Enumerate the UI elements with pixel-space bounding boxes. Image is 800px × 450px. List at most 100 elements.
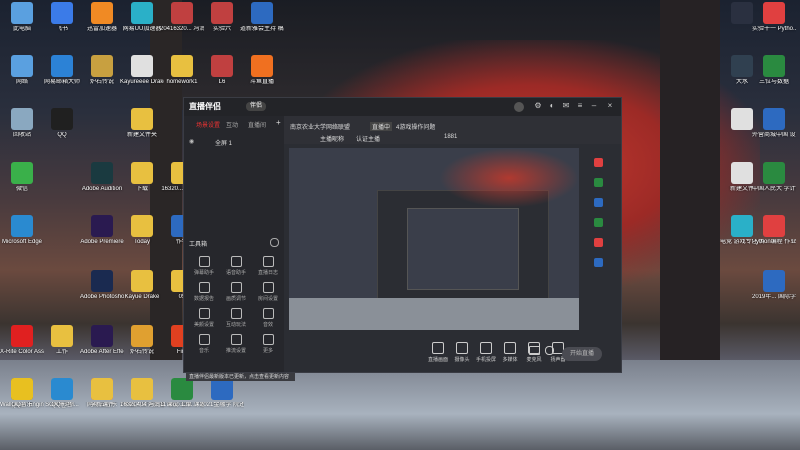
add-scene-icon[interactable]: + xyxy=(276,118,281,127)
desktop-icon-label: Microsoft Edge xyxy=(1,239,43,245)
strip-icon xyxy=(594,218,603,227)
tool-icon xyxy=(230,334,242,345)
app-icon xyxy=(11,325,33,347)
desktop-icon[interactable]: 网络 xyxy=(0,55,44,95)
app-icon xyxy=(131,162,153,184)
desktop-icon[interactable]: QQ音乐 xyxy=(0,378,44,418)
start-live-button[interactable]: 开始直播 xyxy=(562,347,602,361)
source-icon xyxy=(432,342,444,354)
tool-button[interactable]: 画质调节 xyxy=(222,282,250,304)
desktop-icon[interactable]: QQ影音 xyxy=(40,378,84,418)
desktop-icon-label: Adobe Premiere xyxy=(80,239,124,245)
tool-button[interactable]: 音乐 xyxy=(190,334,218,356)
close-icon[interactable]: × xyxy=(606,102,614,110)
desktop-icon[interactable]: L6 xyxy=(200,55,244,95)
desktop-icon[interactable]: 斗鱼直播 xyxy=(240,55,284,95)
desktop-icon[interactable]: Microsoft Edge xyxy=(0,215,44,255)
desktop-icon[interactable]: 16320404 冯润泽 xyxy=(120,378,164,418)
desktop-icon[interactable]: homework1 xyxy=(160,55,204,95)
settings-icon[interactable]: ⚙ xyxy=(534,102,542,110)
app-icon xyxy=(91,215,113,237)
tool-button[interactable]: 推流设置 xyxy=(222,334,250,356)
desktop-icon-label: 2021金融学 院还新知识 xyxy=(200,402,244,408)
tool-button[interactable]: 更多 xyxy=(254,334,282,356)
tab-scene[interactable]: 场景设置 xyxy=(196,120,220,129)
app-icon xyxy=(763,55,785,77)
desktop-icon[interactable]: QQ xyxy=(40,108,84,148)
avatar-icon[interactable] xyxy=(514,102,524,112)
desktop-icon-label: 下载 xyxy=(135,186,148,192)
desktop-icon[interactable]: 2019年... 国际学院公... xyxy=(752,270,796,310)
message-icon[interactable]: ✉ xyxy=(562,102,570,110)
tool-button[interactable]: 互动玩法 xyxy=(222,308,250,330)
desktop-icon[interactable]: 此电脑 xyxy=(0,2,44,42)
desktop-icon[interactable]: 李新课件 xyxy=(80,378,124,418)
desktop-icon[interactable]: 2021金融学 院还新知识 xyxy=(200,378,244,418)
desktop-icon[interactable]: Kayureeee Drake - Lo... xyxy=(120,55,164,95)
tool-label: 弹幕助手 xyxy=(193,270,214,276)
record-icon[interactable] xyxy=(545,346,554,355)
toolbox-collapse-icon[interactable] xyxy=(270,238,279,247)
desktop-icon[interactable]: 新建文件夹 xyxy=(120,108,164,148)
desktop-icon[interactable]: X-Rite Color Assistant xyxy=(0,325,44,365)
tool-button[interactable]: 美颜设置 xyxy=(190,308,218,330)
desktop-icon[interactable]: Adobe Audition xyxy=(80,162,124,202)
desktop-icon[interactable]: 网易UU加速器 xyxy=(120,2,164,42)
desktop-icon[interactable]: 外营商城中国 设中华文... xyxy=(752,108,796,148)
desktop-icon-label: 微信 xyxy=(15,186,28,192)
desktop-icon-label: 三位与数据 xyxy=(758,79,789,85)
room-title[interactable]: 南京农业大学网络联盟 xyxy=(290,122,350,131)
desktop-icon[interactable]: 迅雷加速器 xyxy=(80,2,124,42)
desktop-icon[interactable]: Python编程 作业 xyxy=(752,215,796,255)
desktop-icon[interactable]: Today xyxy=(120,215,164,255)
desktop-icon[interactable]: 微信 xyxy=(0,162,44,202)
bottom-toolbar: 直播画面摄像头手机投屏多媒体麦克风扬声器 ⚙ 开始直播 xyxy=(284,338,621,372)
desktop-icon[interactable]: Adobe After Effects xyxy=(80,325,124,365)
tab-interact[interactable]: 互动 xyxy=(226,120,238,129)
viewer-count: 1881 xyxy=(444,134,458,140)
tab-room[interactable]: 直播间 xyxy=(248,120,266,129)
category-label[interactable]: 4游戏操作问题 xyxy=(396,122,435,131)
desktop-icon[interactable]: 飞书 xyxy=(40,2,84,42)
tool-icon xyxy=(262,308,274,319)
desktop-icon[interactable]: Kayue Drake xyxy=(120,270,164,310)
tool-icon xyxy=(262,256,274,267)
desktop-icon[interactable]: 道新雅会主持 稿 (2016) xyxy=(240,2,284,42)
desktop-icon[interactable]: Adobe Photoshop xyxy=(80,270,124,310)
tool-button[interactable]: 语音助手 xyxy=(222,256,250,278)
desktop-icon[interactable]: 实验十一 Pytho... xyxy=(752,2,796,42)
tool-label: 音效 xyxy=(262,322,273,328)
tool-button[interactable]: 数据报告 xyxy=(190,282,218,304)
camera-icon[interactable] xyxy=(529,346,540,355)
desktop-icon[interactable]: 网易邮箱大师 xyxy=(40,55,84,95)
update-notice[interactable]: 直播伴侣最新版本已更新，点击查看更新内容 xyxy=(186,373,295,381)
tool-button[interactable]: 弹幕助手 xyxy=(190,256,218,278)
desktop-icon[interactable]: Adobe Premiere xyxy=(80,215,124,255)
live-preview-canvas[interactable] xyxy=(289,148,579,330)
scene-item[interactable]: ◉ 全屏 1 xyxy=(189,138,279,148)
app-icon xyxy=(91,55,113,77)
source-button[interactable]: 摄像头 xyxy=(450,342,474,363)
desktop-icon-label: QQ xyxy=(57,132,67,138)
desktop-icon-label: 回收站 xyxy=(12,132,31,138)
desktop-icon[interactable]: 工作 xyxy=(40,325,84,365)
desktop-icon[interactable]: 炉石传说 xyxy=(80,55,124,95)
tool-button[interactable]: 音效 xyxy=(254,308,282,330)
desktop-icon[interactable]: 11课设 工单 课程设计提纲 xyxy=(160,378,204,418)
desktop-icon[interactable]: 下载 xyxy=(120,162,164,202)
desktop-icon[interactable]: 回收站 xyxy=(0,108,44,148)
source-button[interactable]: 手机投屏 xyxy=(474,342,498,363)
minimize-icon[interactable]: – xyxy=(590,102,598,110)
eye-icon[interactable]: ◉ xyxy=(189,138,194,145)
desktop-icon[interactable]: 三位与数据 xyxy=(752,55,796,95)
desktop-icon[interactable]: 20416320... 冯润泽 xyxy=(160,2,204,42)
desktop-icon[interactable]: 炉石传说 xyxy=(120,325,164,365)
source-button[interactable]: 直播画面 xyxy=(426,342,450,363)
tool-button[interactable]: 直播日志 xyxy=(254,256,282,278)
tool-button[interactable]: 房间设置 xyxy=(254,282,282,304)
skin-icon[interactable]: ◐ xyxy=(548,102,556,110)
menu-icon[interactable]: ≡ xyxy=(576,102,584,110)
desktop-icon[interactable]: 实验六 xyxy=(200,2,244,42)
desktop-icon[interactable]: 中国人民大 学计划文... xyxy=(752,162,796,202)
source-button[interactable]: 多媒体 xyxy=(498,342,522,363)
